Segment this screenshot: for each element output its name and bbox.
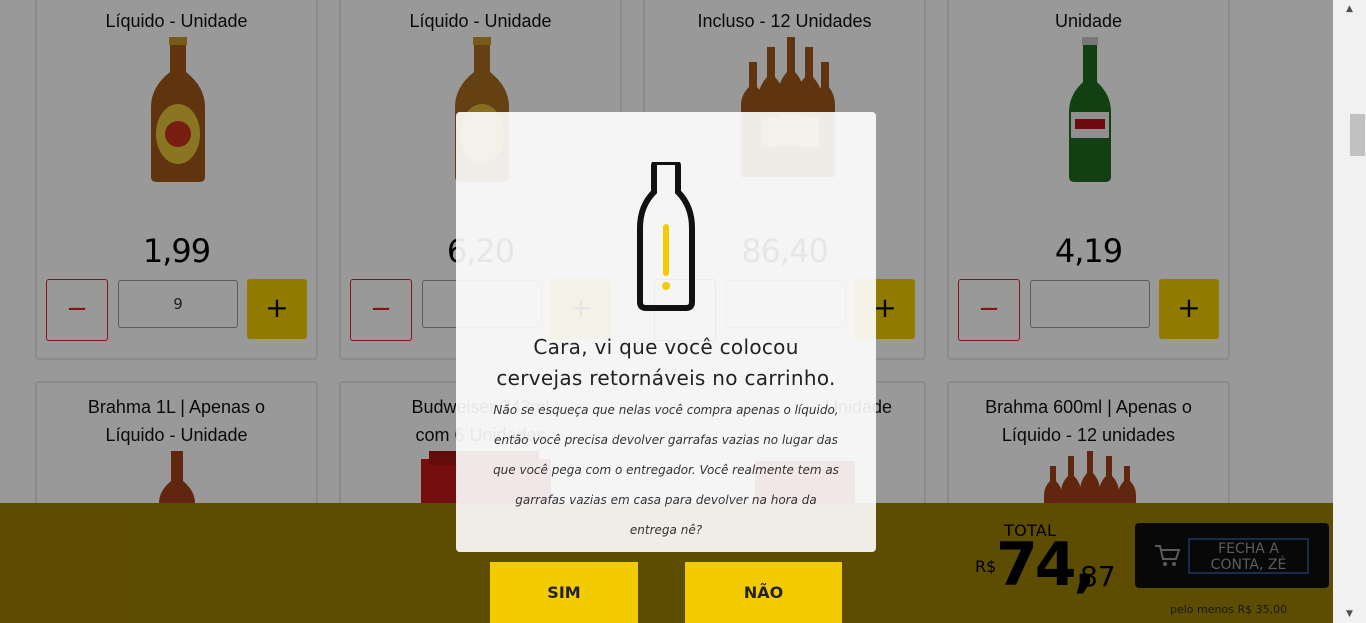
scrollbar[interactable]: ▲ ▼ [1333, 0, 1366, 623]
bottle-warning-icon [637, 162, 695, 311]
scroll-up-arrow-icon[interactable]: ▲ [1333, 0, 1366, 18]
dialog-title-line1: Cara, vi que você colocou [533, 335, 799, 359]
yes-button[interactable]: SIM [490, 562, 638, 623]
scroll-down-arrow-icon[interactable]: ▼ [1333, 605, 1366, 623]
dialog-title: Cara, vi que você colocou cervejas retor… [476, 332, 856, 394]
scrollbar-thumb[interactable] [1350, 114, 1365, 156]
dialog-title-line2: cervejas retornáveis no carrinho. [496, 366, 836, 390]
dialog-body: Não se esqueça que nelas você compra ape… [493, 403, 839, 537]
returnable-bottles-dialog: Cara, vi que você colocou cervejas retor… [456, 112, 876, 552]
no-button[interactable]: NÃO [685, 562, 842, 623]
